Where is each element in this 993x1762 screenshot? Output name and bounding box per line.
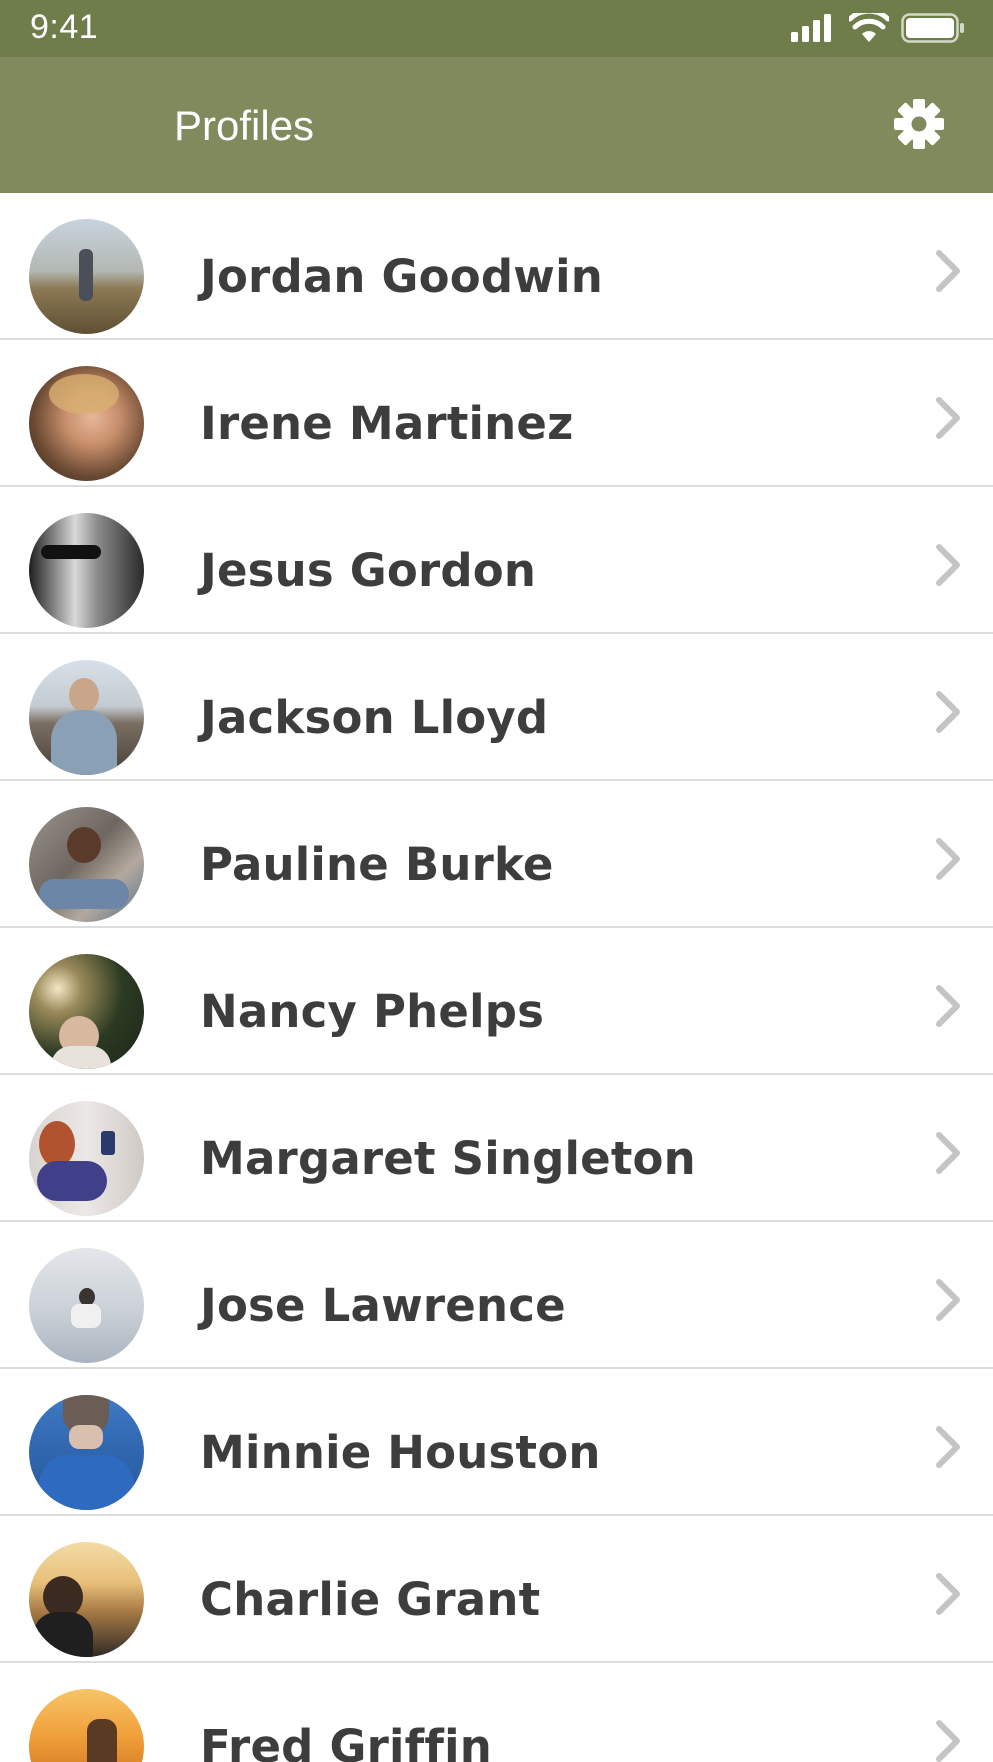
nav-bar: Profiles [0,57,993,193]
profile-row[interactable]: Margaret Singleton [0,1075,993,1222]
chevron-right-icon [936,1132,960,1174]
chevron-right-icon [936,397,960,439]
avatar [29,807,144,922]
profile-row[interactable]: Jordan Goodwin [0,193,993,340]
profile-row[interactable]: Irene Martinez [0,340,993,487]
chevron-right-icon [936,1426,960,1468]
profile-row[interactable]: Jesus Gordon [0,487,993,634]
wifi-icon [849,13,889,42]
profile-row[interactable]: Pauline Burke [0,781,993,928]
profile-name: Fred Griffin [200,1720,493,1762]
profile-name: Jesus Gordon [200,544,537,597]
chevron-right-icon [936,250,960,292]
gear-icon [894,99,944,149]
profile-row[interactable]: Fred Griffin [0,1663,993,1762]
profile-name: Pauline Burke [200,838,554,891]
profile-name: Irene Martinez [200,397,574,450]
avatar [29,1542,144,1657]
chevron-right-icon [936,1720,960,1762]
avatar [29,219,144,334]
chevron-right-icon [936,985,960,1027]
profile-row[interactable]: Minnie Houston [0,1369,993,1516]
profile-name: Margaret Singleton [200,1132,696,1185]
profile-row[interactable]: Jackson Lloyd [0,634,993,781]
profile-list: Jordan Goodwin Irene Martinez Jesus Gord… [0,193,993,1762]
chevron-right-icon [936,838,960,880]
status-bar: 9:41 [0,0,993,57]
settings-button[interactable] [891,96,947,152]
profile-row[interactable]: Jose Lawrence [0,1222,993,1369]
avatar [29,1248,144,1363]
chevron-right-icon [936,691,960,733]
avatar [29,660,144,775]
avatar [29,1689,144,1762]
profile-name: Nancy Phelps [200,985,545,1038]
profiles-screen: 9:41 Profiles Jordan Goodwin Irene Marti… [0,0,993,1762]
profile-name: Jackson Lloyd [200,691,549,744]
profile-name: Jose Lawrence [200,1279,566,1332]
profile-row[interactable]: Charlie Grant [0,1516,993,1663]
profile-name: Jordan Goodwin [200,250,603,303]
chevron-right-icon [936,1573,960,1615]
status-time: 9:41 [30,8,99,46]
chevron-right-icon [936,1279,960,1321]
chevron-right-icon [936,544,960,586]
profile-name: Minnie Houston [200,1426,601,1479]
battery-icon [901,13,964,43]
profile-name: Charlie Grant [200,1573,541,1626]
profile-row[interactable]: Nancy Phelps [0,928,993,1075]
avatar [29,1101,144,1216]
avatar [29,366,144,481]
avatar [29,954,144,1069]
avatar [29,513,144,628]
signal-icon [791,14,831,42]
avatar [29,1395,144,1510]
status-icons [791,10,965,46]
page-title: Profiles [174,102,315,149]
